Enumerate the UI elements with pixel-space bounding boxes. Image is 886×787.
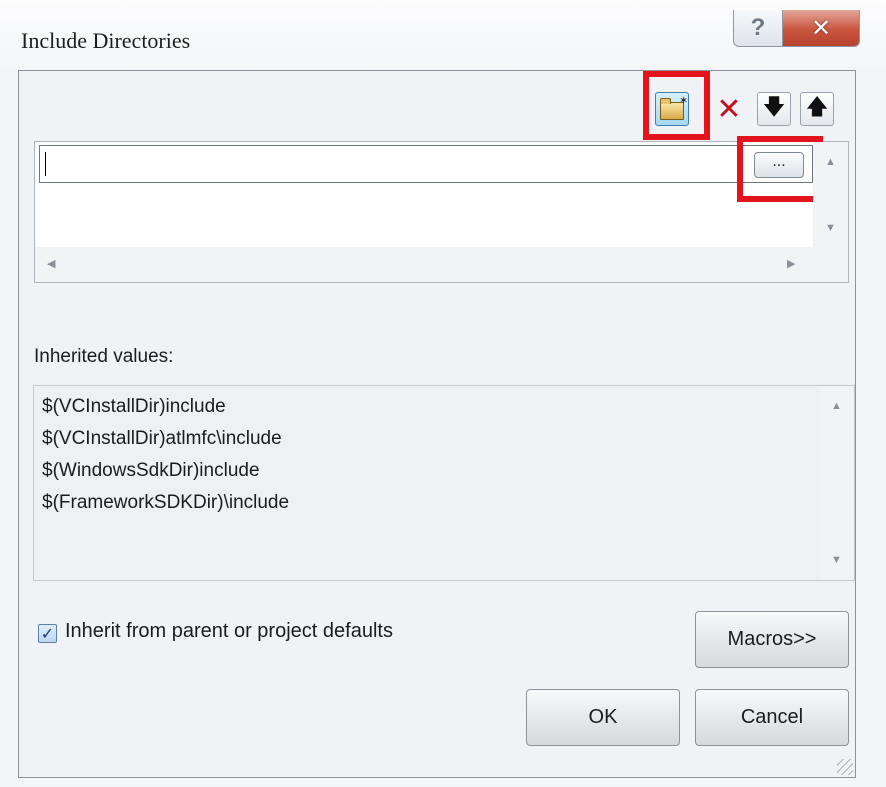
- arrow-down-icon: 🡇: [762, 94, 786, 119]
- move-up-button[interactable]: 🡅: [800, 92, 834, 126]
- macros-button[interactable]: Macros>>: [695, 611, 849, 668]
- help-button[interactable]: ?: [733, 10, 783, 47]
- delete-icon: ✕: [716, 92, 742, 126]
- scroll-right-icon[interactable]: ▶: [787, 257, 795, 270]
- scroll-up-icon[interactable]: ▲: [831, 400, 842, 412]
- inherit-checkbox-label[interactable]: Inherit from parent or project defaults: [65, 620, 393, 643]
- move-down-button[interactable]: 🡇: [757, 92, 791, 126]
- ok-button[interactable]: OK: [526, 689, 680, 746]
- scroll-down-icon[interactable]: ▼: [831, 554, 842, 566]
- browse-highlight: [737, 136, 823, 202]
- inherited-vertical-scrollbar[interactable]: ▲ ▼: [820, 386, 854, 580]
- cancel-button[interactable]: Cancel: [695, 689, 849, 746]
- inherited-item: $(WindowsSdkDir)include: [42, 460, 260, 481]
- include-directories-dialog: Include Directories ? ✕ ✶ ✕ 🡇 🡅 ... ▲ ▼ …: [0, 0, 886, 787]
- ok-button-label: OK: [588, 706, 618, 728]
- inherited-values-label: Inherited values:: [34, 346, 174, 367]
- scroll-up-icon[interactable]: ▲: [825, 156, 836, 168]
- directory-horizontal-scrollbar[interactable]: ◀ ▶: [35, 247, 813, 282]
- close-button[interactable]: ✕: [782, 10, 860, 47]
- inherit-checkbox[interactable]: ✓: [38, 624, 57, 643]
- arrow-up-icon: 🡅: [805, 94, 829, 119]
- title-bar: Include Directories ? ✕: [0, 0, 886, 70]
- inherited-item: $(VCInstallDir)include: [42, 396, 226, 417]
- directory-vertical-scrollbar[interactable]: ▲ ▼: [813, 142, 848, 247]
- question-mark-icon: ?: [750, 14, 766, 41]
- close-icon: ✕: [810, 14, 832, 42]
- scroll-left-icon[interactable]: ◀: [47, 257, 55, 270]
- new-line-highlight: [643, 71, 710, 140]
- scrollbar-corner: [813, 247, 848, 282]
- checkmark-icon: ✓: [40, 625, 55, 643]
- macros-button-label: Macros>>: [727, 628, 817, 650]
- cancel-button-label: Cancel: [740, 706, 804, 728]
- text-caret: [45, 152, 46, 176]
- inherited-item: $(VCInstallDir)atlmfc\include: [42, 428, 282, 449]
- inherited-item: $(FrameworkSDKDir)\include: [42, 492, 290, 513]
- delete-button[interactable]: ✕: [712, 92, 746, 126]
- dialog-title: Include Directories: [21, 28, 191, 53]
- resize-grip[interactable]: [837, 759, 853, 775]
- scroll-down-icon[interactable]: ▼: [825, 222, 836, 234]
- directory-edit-field[interactable]: [39, 145, 813, 183]
